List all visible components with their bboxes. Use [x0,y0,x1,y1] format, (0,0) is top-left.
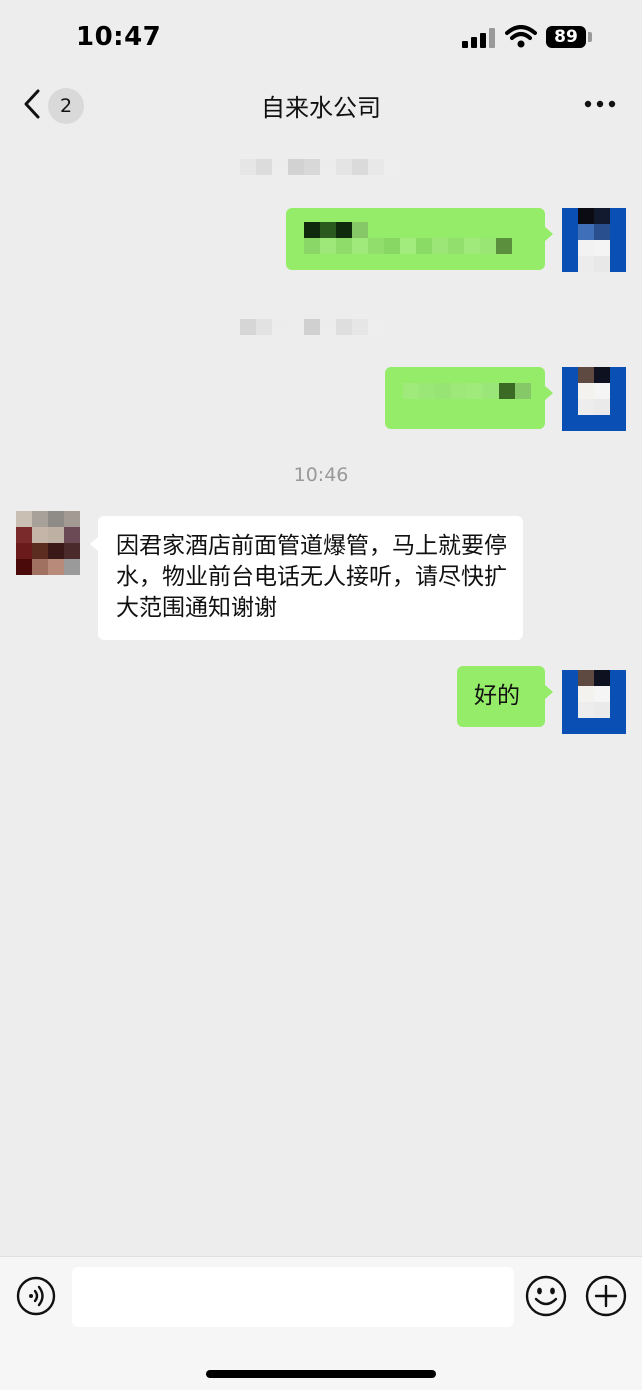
signal-icon [462,28,495,48]
status-bar: 10:47 89 [0,0,642,72]
emoji-icon[interactable] [525,1275,567,1317]
outgoing-message[interactable]: 好的 [457,666,553,727]
my-avatar[interactable] [562,670,626,734]
contact-avatar[interactable] [16,511,80,575]
battery-icon: 89 [546,26,586,48]
home-indicator [206,1370,436,1378]
blurred-timestamp [240,159,400,175]
status-time: 10:47 [76,22,162,52]
blurred-content-row2 [304,238,512,254]
incoming-message[interactable]: 因君家酒店前面管道爆管，马上就要停水，物业前台电话无人接听，请尽快扩大范围通知谢… [90,516,523,640]
outgoing-message-blurred[interactable] [385,367,553,429]
nav-bar: 2 自来水公司 [0,72,642,136]
chat-title: 自来水公司 [261,94,381,122]
blurred-content [304,222,368,238]
chat-area[interactable]: 10:46 因君家酒店前面管道爆管，马上就要停水，物业前台电话无人接听，请尽快扩… [0,136,642,1256]
outgoing-message-text: 好的 [474,683,520,709]
voice-icon[interactable] [16,1276,56,1316]
my-avatar[interactable] [562,367,626,431]
battery-cap [588,32,592,42]
plus-icon[interactable] [585,1275,627,1317]
input-bar [0,1256,642,1390]
incoming-message-text: 因君家酒店前面管道爆管，马上就要停水，物业前台电话无人接听，请尽快扩大范围通知谢… [116,533,507,621]
blurred-timestamp [240,319,400,335]
blurred-content [403,383,531,399]
message-timestamp: 10:46 [293,464,349,486]
more-icon[interactable] [584,94,616,114]
outgoing-message-blurred[interactable] [286,208,553,270]
wifi-icon [505,25,537,48]
my-avatar[interactable] [562,208,626,272]
message-input[interactable] [72,1267,514,1327]
